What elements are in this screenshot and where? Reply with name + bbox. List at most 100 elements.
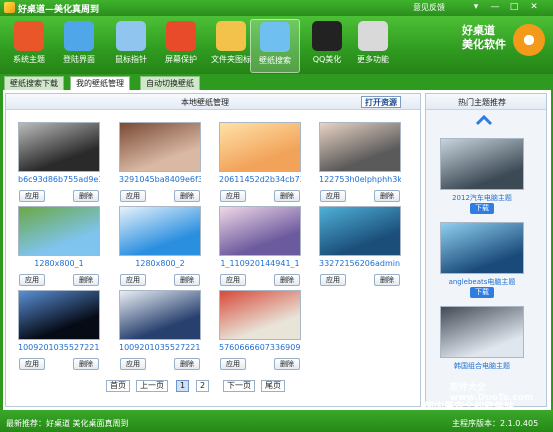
toolbar-item[interactable]: 文件夹图标	[206, 19, 256, 73]
status-bar: 最新推荐：好桌道 美化桌面真周到 主程序版本：2.1.0.405	[0, 410, 553, 432]
delete-button[interactable]: 删除	[274, 358, 300, 370]
panel-header: 热门主题推荐	[426, 94, 546, 110]
apply-button[interactable]: 应用	[220, 274, 246, 286]
wallpaper-thumbnail[interactable]	[119, 122, 201, 172]
toolbar-item[interactable]: 壁纸搜索	[250, 19, 300, 73]
apply-button[interactable]: 应用	[220, 358, 246, 370]
toolbar-item[interactable]: 系统主题	[4, 19, 54, 73]
apply-button[interactable]: 应用	[19, 274, 45, 286]
window-title: 好桌道—美化真周到	[18, 5, 100, 15]
toolbar-item-label: 文件夹图标	[211, 55, 251, 64]
wallpaper-caption: 33272156206admin104	[319, 259, 401, 268]
wallpaper-card: 1280x800_1 应用 删除	[18, 206, 100, 288]
download-button[interactable]: 下载	[470, 287, 494, 298]
shield-icon	[166, 21, 196, 51]
delete-button[interactable]: 删除	[73, 190, 99, 202]
apply-button[interactable]: 应用	[320, 190, 346, 202]
wallpaper-thumbnail[interactable]	[219, 290, 301, 340]
wallpaper-card: 1_110920144941_1 应用 删除	[219, 206, 301, 288]
app-logo-icon	[4, 2, 15, 13]
tab-item[interactable]: 壁纸搜索下载	[4, 76, 64, 90]
wallpaper-card: b6c93d86b755ad9e3d62 应用 删除	[18, 122, 100, 204]
apply-button[interactable]: 应用	[19, 358, 45, 370]
apply-button[interactable]: 应用	[19, 190, 45, 202]
feedback-link[interactable]: 意见反馈	[413, 2, 445, 13]
delete-button[interactable]: 删除	[73, 274, 99, 286]
wallpaper-card: 1280x800_2 应用 删除	[119, 206, 201, 288]
menu-button[interactable]: ▾	[470, 2, 482, 13]
toolbar-item[interactable]: 登陆界面	[54, 19, 104, 73]
delete-button[interactable]: 删除	[174, 190, 200, 202]
tools-icon	[358, 21, 388, 51]
toolbar-item-label: 更多功能	[357, 55, 389, 64]
hot-theme-thumbnail[interactable]	[440, 138, 524, 190]
tab-item[interactable]: 自动切换壁纸	[140, 76, 200, 90]
first-page-button[interactable]: 首页	[106, 380, 130, 392]
toolbar-item[interactable]: QQ美化	[302, 19, 352, 73]
apply-button[interactable]: 应用	[320, 274, 346, 286]
penguin-icon	[312, 21, 342, 51]
page-number-button[interactable]: 1	[176, 380, 190, 392]
wallpaper-caption: 10092010355272211005	[18, 343, 100, 352]
apply-button[interactable]: 应用	[120, 358, 146, 370]
wallpaper-thumbnail[interactable]	[119, 206, 201, 256]
tab-bar: 壁纸搜索下载 我的壁纸管理 自动切换壁纸	[0, 74, 553, 90]
toolbar-item-label: 屏幕保护	[165, 55, 197, 64]
delete-button[interactable]: 删除	[174, 274, 200, 286]
hot-theme-name[interactable]: 韩国组合电脑主题	[438, 361, 526, 371]
wallpaper-thumbnail[interactable]	[219, 122, 301, 172]
wallpaper-caption: 1280x800_2	[135, 259, 185, 268]
delete-button[interactable]: 删除	[274, 274, 300, 286]
tab-item[interactable]: 我的壁纸管理	[70, 76, 130, 90]
wallpaper-card: 20611452d2b34cb73039 应用 删除	[219, 122, 301, 204]
toolbar-item-label: 登陆界面	[63, 55, 95, 64]
wallpaper-caption: b6c93d86b755ad9e3d62	[18, 175, 100, 184]
wallpaper-thumbnail[interactable]	[18, 290, 100, 340]
hot-themes-panel: 热门主题推荐 2012汽车电脑主题 下载 anglebeats电脑主题 下载 韩国组合电…	[425, 93, 547, 407]
pagination: 首页 上一页 1 2 下一页 尾页	[106, 380, 316, 394]
toolbar-item[interactable]: 屏幕保护	[156, 19, 206, 73]
windows-logo-icon	[14, 21, 44, 51]
picture-icon	[260, 22, 290, 52]
toolbar-item[interactable]: 更多功能	[348, 19, 398, 73]
wallpaper-thumbnail[interactable]	[119, 290, 201, 340]
download-button[interactable]: 下载	[470, 203, 494, 214]
wallpaper-thumbnail[interactable]	[219, 206, 301, 256]
delete-button[interactable]: 删除	[374, 274, 400, 286]
wallpaper-card: 10092010355272211005 应用 删除	[119, 290, 201, 372]
hot-theme-item: anglebeats电脑主题 下载	[438, 222, 526, 302]
minimize-button[interactable]: —	[489, 2, 501, 13]
delete-button[interactable]: 删除	[174, 358, 200, 370]
wallpaper-thumbnail[interactable]	[18, 206, 100, 256]
version-text: 主程序版本：2.1.0.405	[452, 419, 539, 428]
hot-theme-thumbnail[interactable]	[440, 222, 524, 274]
toolbar-item-label: 系统主题	[13, 55, 45, 64]
open-resource-button[interactable]: 打开资源	[361, 96, 401, 108]
delete-button[interactable]: 删除	[73, 358, 99, 370]
wallpaper-caption: 57606666073369099446	[219, 343, 301, 352]
wallpaper-thumbnail[interactable]	[319, 206, 401, 256]
wallpaper-thumbnail[interactable]	[18, 122, 100, 172]
apply-button[interactable]: 应用	[220, 190, 246, 202]
wallpaper-caption: 10092010355272211005	[119, 343, 201, 352]
close-button[interactable]: ✕	[528, 2, 540, 13]
scroll-up-icon[interactable]	[474, 114, 494, 126]
delete-button[interactable]: 删除	[274, 190, 300, 202]
apply-button[interactable]: 应用	[120, 274, 146, 286]
delete-button[interactable]: 删除	[374, 190, 400, 202]
hot-theme-name[interactable]: anglebeats电脑主题	[438, 277, 526, 287]
wallpaper-caption: 1_110920144941_1	[220, 259, 300, 268]
prev-page-button[interactable]: 上一页	[136, 380, 168, 392]
last-page-button[interactable]: 尾页	[261, 380, 285, 392]
folder-icon	[216, 21, 246, 51]
next-page-button[interactable]: 下一页	[223, 380, 255, 392]
maximize-button[interactable]: □	[508, 2, 520, 13]
wallpaper-thumbnail[interactable]	[319, 122, 401, 172]
brand-logo-icon	[513, 24, 545, 56]
hot-theme-name[interactable]: 2012汽车电脑主题	[438, 193, 526, 203]
page-number-button[interactable]: 2	[196, 380, 210, 392]
apply-button[interactable]: 应用	[120, 190, 146, 202]
panel-title: 本地壁纸管理	[181, 98, 229, 107]
toolbar-item[interactable]: 鼠标指针	[106, 19, 156, 73]
hot-theme-thumbnail[interactable]	[440, 306, 524, 358]
